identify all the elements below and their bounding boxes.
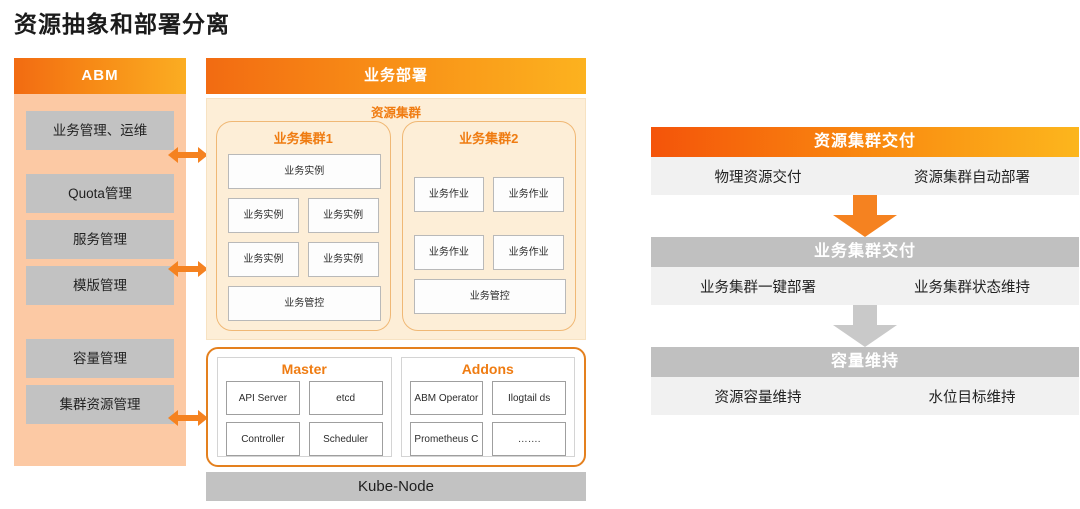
deployment-column: 业务部署 资源集群 业务集群1 业务实例 业务实例 业务实例 业务实例 业务实例… — [206, 58, 586, 501]
double-arrow-icon — [168, 144, 208, 166]
addons-box: Addons ABM Operator Ilogtail ds Promethe… — [400, 357, 575, 457]
master-api-server[interactable]: API Server — [226, 381, 300, 415]
cluster2-job-1[interactable]: 业务作业 — [413, 177, 485, 212]
master-row-1: API Server etcd — [226, 381, 383, 415]
flow-item-watermark-target-keep[interactable]: 水位目标维持 — [865, 386, 1079, 407]
flow-item-resource-capacity-keep[interactable]: 资源容量维持 — [651, 386, 865, 407]
abm-header: ABM — [14, 58, 186, 94]
cluster1-instance-4[interactable]: 业务实例 — [307, 242, 379, 277]
flow-row-capacity-maintenance: 资源容量维持 水位目标维持 — [651, 377, 1079, 415]
business-cluster-2: 业务集群2 业务作业 业务作业 业务作业 业务作业 业务管控 — [401, 121, 576, 331]
resource-cluster-panel: 资源集群 业务集群1 业务实例 业务实例 业务实例 业务实例 业务实例 业务管控… — [206, 98, 586, 340]
business-cluster-2-title: 业务集群2 — [459, 131, 519, 146]
flow-item-resource-cluster-auto-deploy[interactable]: 资源集群自动部署 — [865, 166, 1079, 187]
cluster1-instance-2[interactable]: 业务实例 — [307, 198, 379, 233]
master-grid: API Server etcd Controller Scheduler — [226, 381, 383, 456]
cluster2-control[interactable]: 业务管控 — [413, 279, 566, 314]
sidebar-item-service-management[interactable]: 服务管理 — [26, 220, 174, 259]
addons-more[interactable]: ……. — [492, 422, 566, 456]
sidebar-item-capacity-management[interactable]: 容量管理 — [26, 339, 174, 378]
cluster1-instance-3[interactable]: 业务实例 — [228, 242, 299, 277]
addons-grid: ABM Operator Ilogtail ds Prometheus C ……… — [409, 381, 566, 456]
master-addons-panel: Master API Server etcd Controller Schedu… — [206, 347, 586, 467]
master-row-2: Controller Scheduler — [226, 422, 383, 456]
down-arrow-icon — [833, 305, 897, 347]
flow-arrow-2 — [651, 305, 1079, 347]
cluster2-job-3[interactable]: 业务作业 — [413, 235, 485, 270]
flow-item-one-click-deploy[interactable]: 业务集群一键部署 — [651, 276, 865, 297]
business-cluster-1-title: 业务集群1 — [273, 131, 333, 146]
down-arrow-icon — [833, 195, 897, 237]
addons-ilogtail-ds[interactable]: Ilogtail ds — [492, 381, 566, 415]
master-scheduler[interactable]: Scheduler — [308, 422, 383, 456]
abm-item-list: 业务管理、运维 Quota管理 服务管理 模版管理 容量管理 集群资源管理 — [14, 94, 186, 466]
abm-column: ABM 业务管理、运维 Quota管理 服务管理 模版管理 容量管理 集群资源管… — [14, 58, 186, 466]
flow-header-capacity-maintenance: 容量维持 — [651, 347, 1079, 377]
addons-abm-operator[interactable]: ABM Operator — [409, 381, 484, 415]
flow-header-business-cluster-delivery: 业务集群交付 — [651, 237, 1079, 267]
flow-header-resource-cluster-delivery: 资源集群交付 — [651, 127, 1079, 157]
cluster1-row-1: 业务实例 业务实例 — [228, 198, 379, 233]
cluster2-job-4[interactable]: 业务作业 — [493, 235, 564, 270]
master-box: Master API Server etcd Controller Schedu… — [217, 357, 392, 457]
flow-arrow-1 — [651, 195, 1079, 237]
cluster2-row-1: 业务作业 业务作业 — [413, 177, 564, 212]
cluster1-instance-1[interactable]: 业务实例 — [228, 198, 299, 233]
sidebar-item-cluster-resource-management[interactable]: 集群资源管理 — [26, 385, 174, 424]
master-etcd[interactable]: etcd — [308, 381, 383, 415]
cluster2-job-2[interactable]: 业务作业 — [493, 177, 564, 212]
addons-row-2: Prometheus C ……. — [409, 422, 566, 456]
double-arrow-icon — [168, 258, 208, 280]
flow-item-physical-resource-delivery[interactable]: 物理资源交付 — [651, 166, 865, 187]
addons-title: Addons — [461, 361, 514, 377]
business-cluster-row: 业务集群1 业务实例 业务实例 业务实例 业务实例 业务实例 业务管控 业务集群… — [216, 121, 576, 331]
double-arrow-icon — [168, 407, 208, 429]
page-title: 资源抽象和部署分离 — [14, 11, 230, 37]
master-title: Master — [281, 361, 327, 377]
sidebar-item-quota-management[interactable]: Quota管理 — [26, 174, 174, 213]
flow-row-resource-cluster-delivery: 物理资源交付 资源集群自动部署 — [651, 157, 1079, 195]
flow-item-cluster-state-keep[interactable]: 业务集群状态维持 — [865, 276, 1079, 297]
business-cluster-1: 业务集群1 业务实例 业务实例 业务实例 业务实例 业务实例 业务管控 — [216, 121, 391, 331]
resource-cluster-title: 资源集群 — [370, 106, 421, 120]
sidebar-item-business-management[interactable]: 业务管理、运维 — [26, 111, 174, 150]
addons-prometheus-c[interactable]: Prometheus C — [409, 422, 484, 456]
cluster1-row-2: 业务实例 业务实例 — [228, 242, 379, 277]
delivery-flow: 资源集群交付 物理资源交付 资源集群自动部署 业务集群交付 业务集群一键部署 业… — [651, 127, 1079, 415]
cluster2-row-2: 业务作业 业务作业 — [413, 235, 564, 270]
addons-row-1: ABM Operator Ilogtail ds — [409, 381, 566, 415]
deployment-header: 业务部署 — [206, 58, 586, 94]
kube-node-bar: Kube-Node — [206, 472, 586, 501]
sidebar-item-template-management[interactable]: 模版管理 — [26, 266, 174, 305]
cluster1-instance-top[interactable]: 业务实例 — [228, 154, 381, 189]
flow-row-business-cluster-delivery: 业务集群一键部署 业务集群状态维持 — [651, 267, 1079, 305]
master-controller[interactable]: Controller — [226, 422, 300, 456]
cluster1-control[interactable]: 业务管控 — [228, 286, 381, 321]
